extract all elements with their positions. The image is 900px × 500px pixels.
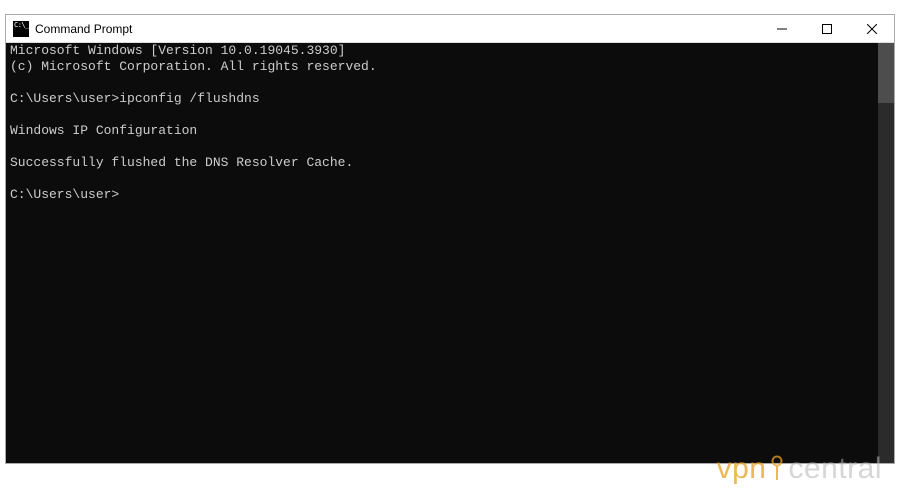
maximize-button[interactable] bbox=[804, 15, 849, 42]
scrollbar[interactable] bbox=[878, 43, 894, 463]
minimize-icon bbox=[777, 24, 787, 34]
command-prompt-window: Command Prompt Microsoft Windows [Versio… bbox=[5, 14, 895, 464]
cmd-icon bbox=[13, 21, 29, 37]
window-title: Command Prompt bbox=[35, 22, 759, 36]
maximize-icon bbox=[822, 24, 832, 34]
minimize-button[interactable] bbox=[759, 15, 804, 42]
titlebar[interactable]: Command Prompt bbox=[6, 15, 894, 43]
close-icon bbox=[867, 24, 877, 34]
console-area: Microsoft Windows [Version 10.0.19045.39… bbox=[6, 43, 894, 463]
console-output[interactable]: Microsoft Windows [Version 10.0.19045.39… bbox=[6, 43, 878, 463]
close-button[interactable] bbox=[849, 15, 894, 42]
window-controls bbox=[759, 15, 894, 42]
scroll-thumb[interactable] bbox=[878, 43, 894, 103]
